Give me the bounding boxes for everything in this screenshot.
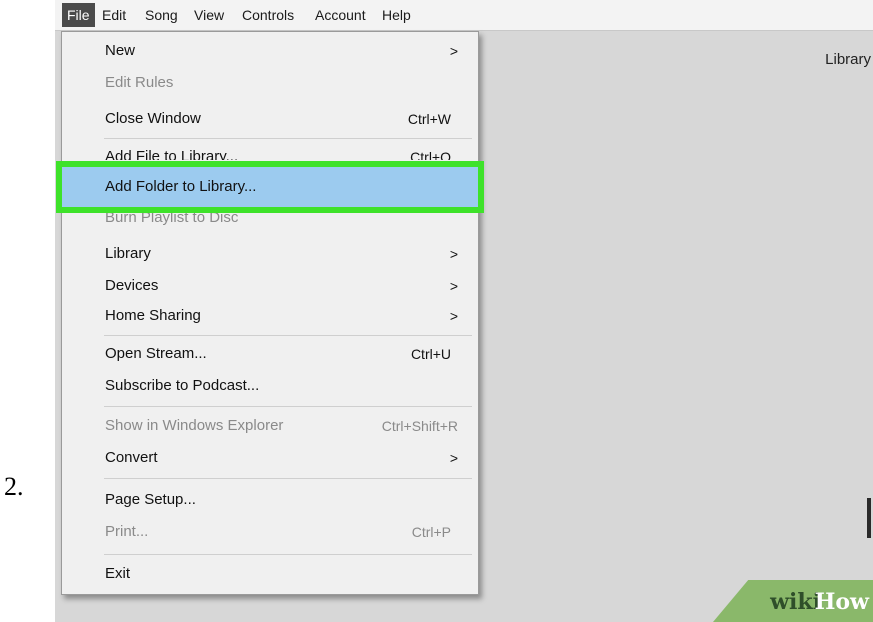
menu-item-label: New xyxy=(105,42,136,59)
chevron-right-icon: > xyxy=(449,450,458,466)
menu-separator xyxy=(104,406,472,407)
menu-item-close-window[interactable]: Close Window Ctrl+W xyxy=(62,103,478,135)
file-dropdown-menu: New > Edit Rules Close Window Ctrl+W Add… xyxy=(56,31,484,595)
menu-item-new[interactable]: New > xyxy=(62,35,478,67)
menu-item-label: Convert xyxy=(105,449,158,466)
menu-item-label: Home Sharing xyxy=(105,307,201,324)
chevron-right-icon: > xyxy=(449,43,458,59)
library-heading: Library xyxy=(825,51,871,68)
menu-item-label: Print... xyxy=(105,523,149,540)
menu-separator xyxy=(104,554,472,555)
wikihow-logo-wiki: wiki xyxy=(770,589,821,615)
menu-account[interactable]: Account xyxy=(310,3,371,27)
menu-item-print: Print... Ctrl+P xyxy=(62,516,478,548)
menu-controls[interactable]: Controls xyxy=(237,3,299,27)
menu-item-devices[interactable]: Devices > xyxy=(62,270,478,302)
menu-separator xyxy=(104,138,472,139)
menu-item-label: Open Stream... xyxy=(105,345,207,362)
menu-item-page-setup[interactable]: Page Setup... xyxy=(62,484,478,516)
menu-separator xyxy=(104,335,472,336)
chevron-right-icon: > xyxy=(449,278,458,294)
menu-item-label: Edit Rules xyxy=(105,74,174,91)
menu-item-add-file[interactable]: Add File to Library... Ctrl+O xyxy=(62,142,478,160)
menu-file[interactable]: File xyxy=(62,3,95,27)
menu-item-show-in-explorer: Show in Windows Explorer Ctrl+Shift+R xyxy=(62,410,478,442)
menu-item-exit[interactable]: Exit xyxy=(62,558,478,590)
menu-view[interactable]: View xyxy=(189,3,229,27)
menu-item-subscribe-podcast[interactable]: Subscribe to Podcast... xyxy=(62,370,478,402)
menu-item-label: Exit xyxy=(105,565,131,582)
wikihow-logo-how: How xyxy=(814,589,869,615)
menu-item-open-stream[interactable]: Open Stream... Ctrl+U xyxy=(62,338,478,370)
menu-item-label: Page Setup... xyxy=(105,491,196,508)
menu-item-add-folder[interactable]: Add Folder to Library... xyxy=(56,161,484,213)
menu-item-label: Subscribe to Podcast... xyxy=(105,377,260,394)
menu-item-label: Add File to Library... xyxy=(105,148,239,160)
menu-help[interactable]: Help xyxy=(377,3,416,27)
menu-item-convert[interactable]: Convert > xyxy=(62,442,478,474)
chevron-right-icon: > xyxy=(449,246,458,262)
menu-song[interactable]: Song xyxy=(140,3,183,27)
menu-item-label: Devices xyxy=(105,277,159,294)
menu-separator xyxy=(104,478,472,479)
menu-item-shortcut: Ctrl+U xyxy=(410,346,451,362)
menu-item-home-sharing[interactable]: Home Sharing > xyxy=(62,300,478,332)
menu-item-shortcut: Ctrl+Shift+R xyxy=(381,418,458,434)
menu-item-label: Close Window xyxy=(105,110,201,127)
chevron-right-icon: > xyxy=(449,308,458,324)
menu-item-burn-playlist: Burn Playlist to Disc xyxy=(62,213,478,229)
menu-edit[interactable]: Edit xyxy=(97,3,131,27)
menu-item-shortcut: Ctrl+P xyxy=(411,524,451,540)
menu-item-label: Library xyxy=(105,245,151,262)
partial-glyph xyxy=(867,498,871,538)
menu-item-label: Add Folder to Library... xyxy=(105,178,257,195)
menu-item-edit-rules: Edit Rules xyxy=(62,67,478,99)
menu-item-shortcut: Ctrl+O xyxy=(410,149,451,160)
itunes-window: File Edit Song View Controls Account Hel… xyxy=(55,0,873,622)
menu-item-shortcut: Ctrl+W xyxy=(407,111,451,127)
menu-bar: File Edit Song View Controls Account Hel… xyxy=(55,0,873,31)
menu-item-label: Burn Playlist to Disc xyxy=(105,213,239,226)
menu-item-label: Show in Windows Explorer xyxy=(105,417,284,434)
menu-item-library[interactable]: Library > xyxy=(62,238,478,270)
step-number: 2. xyxy=(4,472,24,501)
